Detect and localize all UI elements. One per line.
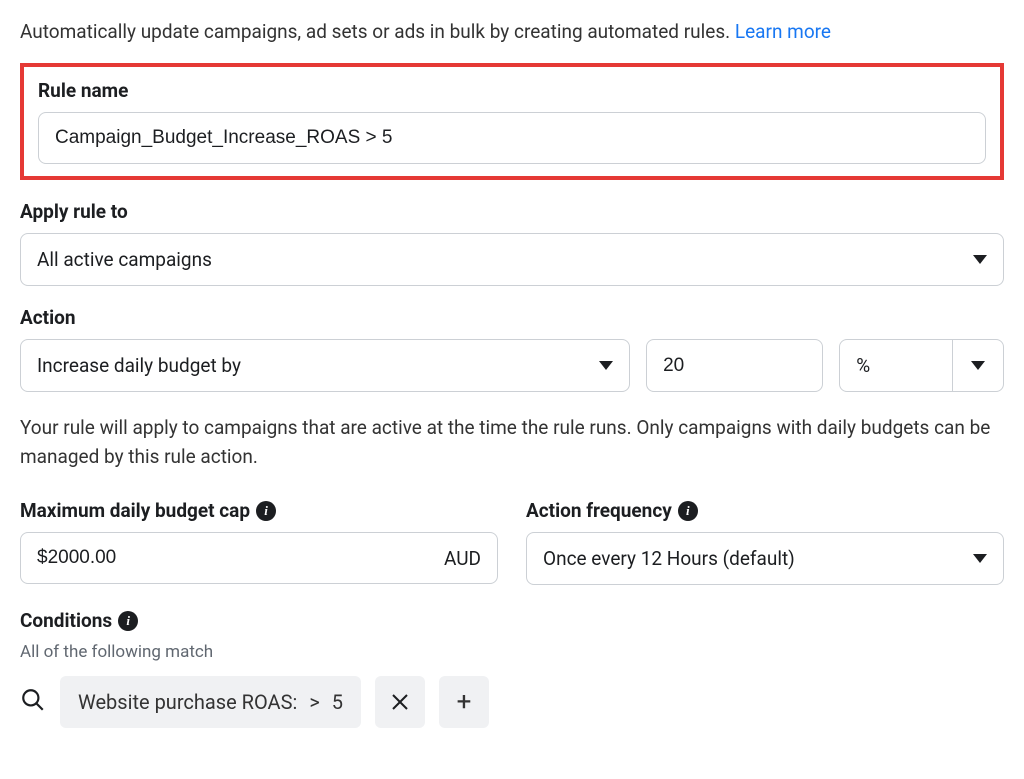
- conditions-label-text: Conditions: [20, 609, 112, 632]
- budget-cap-section: Maximum daily budget cap i AUD: [20, 499, 498, 585]
- frequency-value: Once every 12 Hours (default): [543, 547, 795, 570]
- rule-name-section: Rule name: [20, 63, 1004, 180]
- chevron-down-icon: [599, 361, 613, 370]
- intro-text: Automatically update campaigns, ad sets …: [20, 20, 1004, 43]
- budget-cap-label: Maximum daily budget cap i: [20, 499, 498, 522]
- frequency-dropdown[interactable]: Once every 12 Hours (default): [526, 532, 1004, 585]
- chevron-down-icon: [973, 554, 987, 563]
- condition-chip[interactable]: Website purchase ROAS: > 5: [60, 676, 361, 728]
- budget-cap-label-text: Maximum daily budget cap: [20, 499, 250, 522]
- action-label: Action: [20, 306, 1004, 329]
- action-unit-value: %: [840, 340, 953, 391]
- frequency-label-text: Action frequency: [526, 499, 672, 522]
- close-icon: [391, 693, 409, 711]
- apply-rule-to-label: Apply rule to: [20, 200, 1004, 223]
- action-unit-dropdown[interactable]: %: [839, 339, 1004, 392]
- action-value: Increase daily budget by: [37, 354, 241, 377]
- apply-rule-to-value: All active campaigns: [37, 248, 212, 271]
- condition-metric: Website purchase ROAS:: [78, 690, 297, 714]
- action-section: Action Increase daily budget by %: [20, 306, 1004, 392]
- frequency-section: Action frequency i Once every 12 Hours (…: [526, 499, 1004, 585]
- condition-value: 5: [332, 690, 343, 714]
- search-icon[interactable]: [20, 687, 46, 718]
- apply-rule-to-section: Apply rule to All active campaigns: [20, 200, 1004, 286]
- info-icon[interactable]: i: [118, 611, 138, 631]
- plus-icon: +: [457, 687, 472, 717]
- info-icon[interactable]: i: [678, 501, 698, 521]
- action-helper-text: Your rule will apply to campaigns that a…: [20, 414, 1004, 471]
- info-icon[interactable]: i: [256, 501, 276, 521]
- budget-cap-currency: AUD: [444, 547, 481, 570]
- apply-rule-to-dropdown[interactable]: All active campaigns: [20, 233, 1004, 286]
- action-amount-input[interactable]: [646, 339, 823, 392]
- intro-description: Automatically update campaigns, ad sets …: [20, 20, 730, 43]
- add-condition-button[interactable]: +: [439, 676, 489, 728]
- chevron-down-icon: [973, 255, 987, 264]
- rule-name-input[interactable]: [38, 112, 986, 164]
- conditions-subtext: All of the following match: [20, 642, 1004, 662]
- condition-operator: >: [309, 690, 319, 714]
- budget-cap-input[interactable]: [21, 533, 444, 583]
- action-unit-toggle[interactable]: [953, 340, 1003, 391]
- budget-cap-input-wrap: AUD: [20, 532, 498, 584]
- frequency-label: Action frequency i: [526, 499, 1004, 522]
- remove-condition-button[interactable]: [375, 676, 425, 728]
- conditions-label: Conditions i: [20, 609, 1004, 632]
- rule-name-label: Rule name: [38, 79, 986, 102]
- chevron-down-icon: [971, 361, 985, 370]
- action-dropdown[interactable]: Increase daily budget by: [20, 339, 630, 392]
- learn-more-link[interactable]: Learn more: [735, 20, 831, 43]
- conditions-section: Conditions i All of the following match …: [20, 609, 1004, 728]
